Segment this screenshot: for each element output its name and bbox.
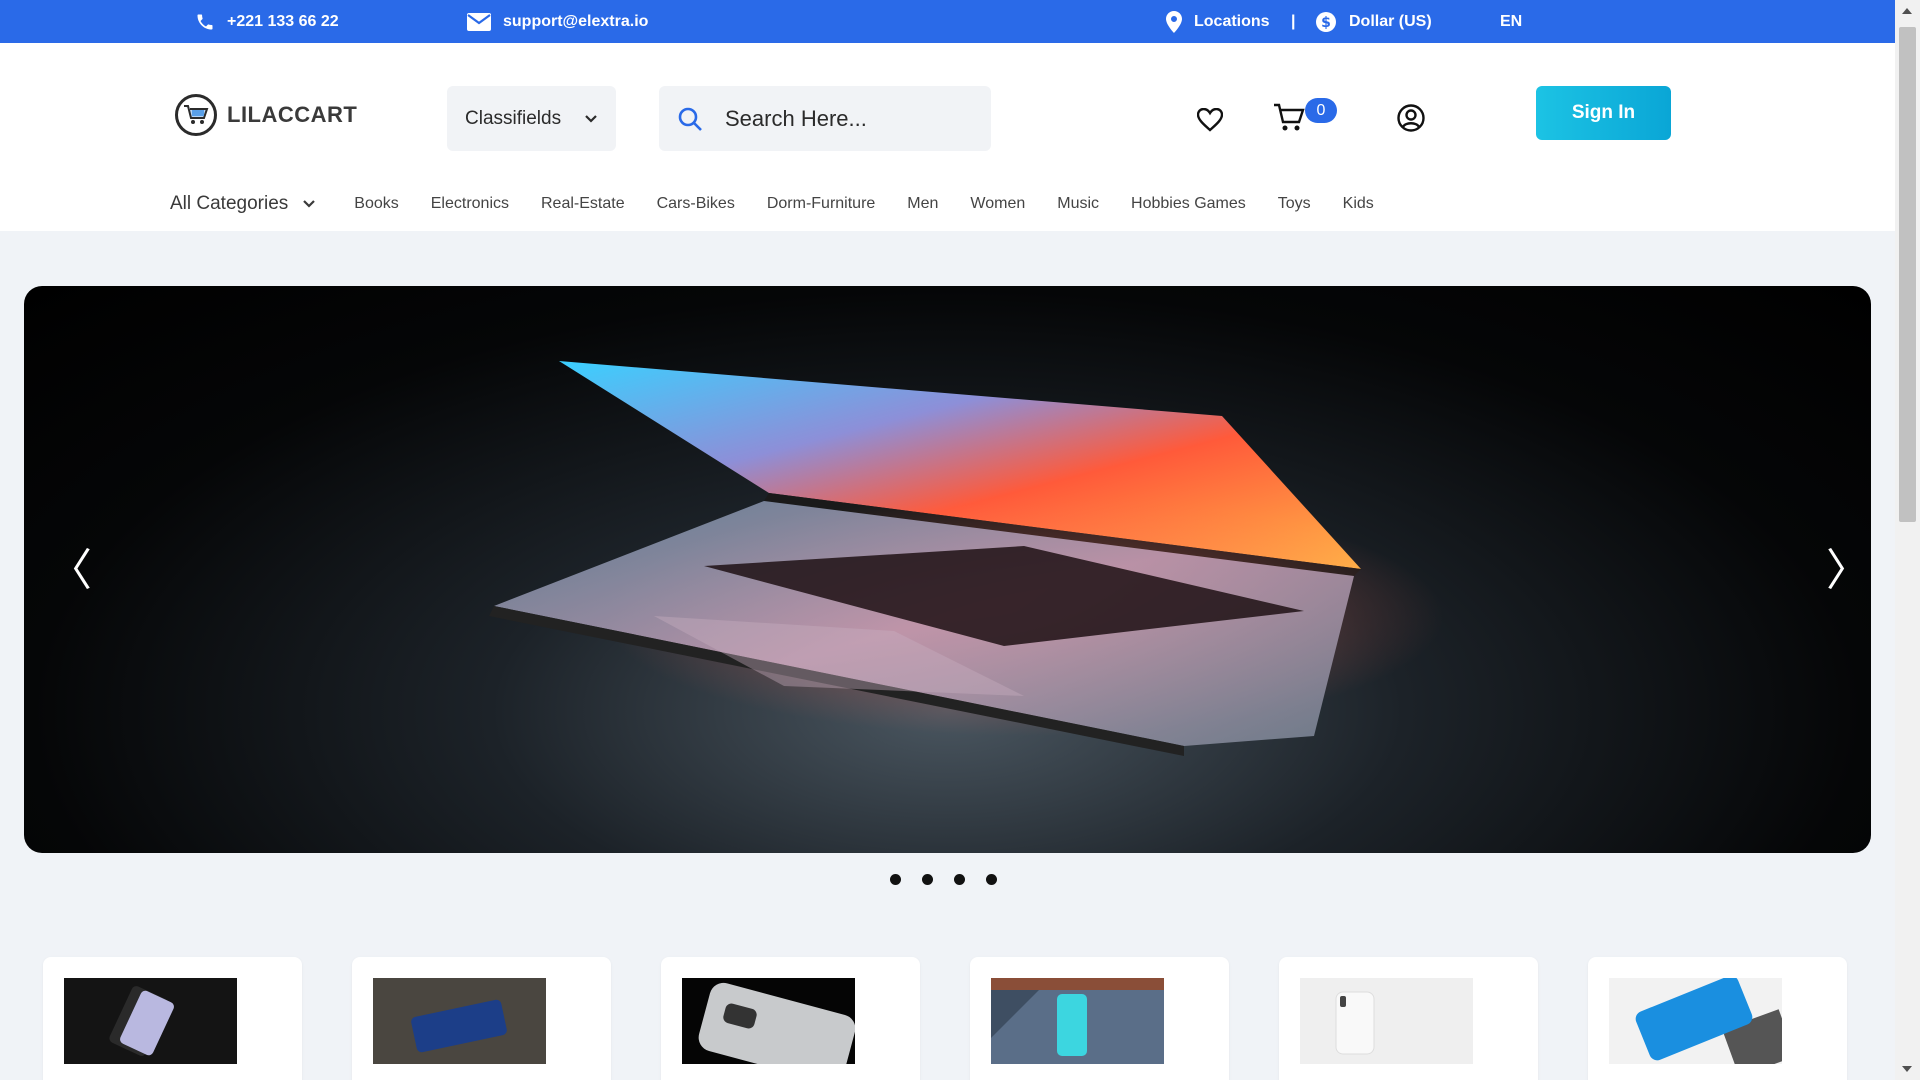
nav-link-toys[interactable]: Toys [1278, 195, 1311, 213]
nav-link-hobbies-games[interactable]: Hobbies Games [1131, 195, 1246, 213]
product-card-row [43, 957, 1847, 1080]
slider-next-arrow[interactable]: 〉 [1826, 549, 1870, 593]
slider-dot-3[interactable] [954, 874, 965, 885]
svg-text:$: $ [1321, 15, 1331, 31]
category-select[interactable]: Classifields [447, 86, 616, 151]
main-header: LILACCART Classifields 0 Sign In All Cat… [0, 43, 1895, 231]
account-button[interactable] [1396, 103, 1426, 133]
nav-link-real-estate[interactable]: Real-Estate [541, 195, 625, 213]
shopping-cart-icon [1274, 103, 1305, 131]
phone-camera-silver-icon [682, 978, 855, 1064]
all-categories-label: All Categories [170, 193, 289, 214]
currency-text: Dollar (US) [1349, 12, 1432, 30]
scroll-down-arrow-icon[interactable] [1902, 1066, 1912, 1072]
language-selector[interactable]: EN [1500, 0, 1522, 43]
nav-link-kids[interactable]: Kids [1343, 195, 1374, 213]
slider-pagination [890, 874, 997, 885]
nav-link-electronics[interactable]: Electronics [431, 195, 509, 213]
user-circle-icon [1397, 104, 1425, 132]
mail-icon [467, 12, 491, 31]
all-categories-dropdown[interactable]: All Categories [170, 193, 316, 215]
slider-dot-4[interactable] [986, 874, 997, 885]
search-icon[interactable] [677, 106, 703, 132]
search-bar [659, 86, 991, 151]
topbar-separator: | [1291, 12, 1296, 30]
scroll-up-arrow-icon[interactable] [1902, 8, 1912, 14]
locations-text: Locations [1194, 12, 1270, 30]
slider-dot-1[interactable] [890, 874, 901, 885]
dollar-circle-icon: $ [1316, 11, 1336, 32]
logo-text: LILACCART [227, 102, 358, 127]
nav-link-music[interactable]: Music [1057, 195, 1099, 213]
phone-contact[interactable]: +221 133 66 22 [195, 0, 339, 43]
email-text: support@elextra.io [503, 12, 649, 30]
scrollbar-thumb[interactable] [1899, 27, 1916, 522]
site-logo[interactable]: LILACCART [175, 94, 357, 136]
iphone-silver-icon [1300, 978, 1473, 1064]
page-scrollbar[interactable] [1895, 0, 1920, 1080]
heart-icon [1197, 108, 1223, 132]
slider-dot-2[interactable] [922, 874, 933, 885]
cart-logo-icon [175, 94, 217, 136]
language-text: EN [1500, 12, 1523, 30]
category-select-value: Classifields [465, 107, 562, 129]
top-info-bar: +221 133 66 22 support@elextra.io Locati… [0, 0, 1895, 43]
product-card[interactable] [43, 957, 302, 1080]
product-card[interactable] [661, 957, 920, 1080]
phone-icon [197, 14, 213, 29]
product-card[interactable] [1588, 957, 1847, 1080]
product-card[interactable] [970, 957, 1229, 1080]
category-nav: All Categories Books Electronics Real-Es… [170, 189, 1406, 219]
product-card[interactable] [352, 957, 611, 1080]
slider-prev-arrow[interactable]: 〈 [48, 549, 92, 593]
phone-text: +221 133 66 22 [227, 12, 339, 30]
phone-back-silver-icon [64, 978, 237, 1064]
locations-link[interactable]: Locations [1166, 0, 1270, 43]
chevron-down-icon [303, 200, 316, 208]
hero-slider: 〈 〉 [24, 286, 1871, 853]
chevron-down-icon [585, 114, 597, 123]
location-pin-icon [1166, 10, 1182, 33]
phone-cyan-icon [991, 978, 1164, 1064]
phone-back-blue-icon [373, 978, 546, 1064]
nav-link-dorm-furniture[interactable]: Dorm-Furniture [767, 195, 875, 213]
wishlist-button[interactable] [1195, 105, 1225, 135]
product-card[interactable] [1279, 957, 1538, 1080]
nav-link-women[interactable]: Women [970, 195, 1025, 213]
laptop-hero-image [489, 361, 1444, 756]
nav-link-men[interactable]: Men [907, 195, 938, 213]
nav-link-books[interactable]: Books [354, 195, 398, 213]
cart-button[interactable] [1272, 101, 1306, 135]
cart-count-badge: 0 [1305, 98, 1337, 123]
currency-selector[interactable]: $ Dollar (US) [1315, 0, 1432, 43]
sign-in-button[interactable]: Sign In [1536, 86, 1671, 140]
search-input[interactable] [725, 105, 945, 132]
nav-link-cars-bikes[interactable]: Cars-Bikes [657, 195, 735, 213]
email-contact[interactable]: support@elextra.io [467, 0, 648, 43]
iphone-front-screen-icon [1609, 978, 1782, 1064]
